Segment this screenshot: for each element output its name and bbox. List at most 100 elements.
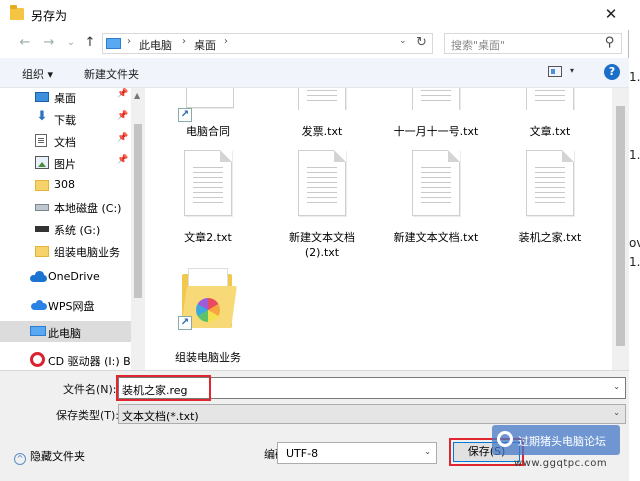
- filename-label: 文件名(N):: [63, 383, 117, 396]
- search-icon[interactable]: ⚲: [605, 35, 615, 50]
- address-dropdown-icon[interactable]: ⌄: [399, 36, 407, 46]
- navigation-pane: 桌面 📌 ⬇ 下载 📌 文档 📌 图片 📌 308 本地磁盘 (C:) 系统 (…: [0, 88, 145, 370]
- pin-icon: 📌: [117, 133, 129, 143]
- back-arrow-icon[interactable]: ←: [16, 34, 34, 52]
- up-arrow-icon[interactable]: ↑: [81, 34, 99, 52]
- folder-icon: [10, 5, 24, 20]
- watermark-logo-icon: [497, 431, 513, 447]
- breadcrumb-separator: ›: [224, 36, 228, 47]
- chevron-down-icon[interactable]: ⌄: [613, 382, 620, 391]
- view-dropdown-icon[interactable]: ▾: [570, 66, 574, 75]
- file-name: 组装电脑业务: [175, 351, 241, 364]
- drive-icon: [35, 226, 49, 232]
- sidebar-item-label: WPS网盘: [48, 300, 95, 313]
- sidebar-item-pictures[interactable]: 图片 📌: [0, 152, 131, 173]
- filename-highlight-box: [116, 375, 211, 401]
- help-button[interactable]: ?: [604, 64, 620, 80]
- organize-button[interactable]: 组织 ▾: [22, 66, 53, 82]
- navigation-bar: ← → ⌄ ↑ › 此电脑 › 桌面 › ⌄ ↻ 搜索"桌面" ⚲: [0, 30, 629, 58]
- sidebar-item-documents[interactable]: 文档 📌: [0, 130, 131, 151]
- sidebar-item-drive-c[interactable]: 本地磁盘 (C:): [0, 196, 131, 217]
- pin-icon: 📌: [117, 111, 129, 121]
- breadcrumb-separator: ›: [127, 36, 131, 47]
- watermark-url: www.ggqtpc.com: [514, 458, 608, 469]
- title-bar: 另存为 ✕: [0, 0, 629, 30]
- new-folder-button[interactable]: 新建文件夹: [84, 66, 139, 82]
- sidebar-item-308[interactable]: 308: [0, 174, 131, 195]
- file-name: 新建文本文档.txt: [393, 231, 479, 244]
- drive-icon: [35, 204, 49, 211]
- computer-icon: [106, 38, 121, 49]
- sidebar-item-label: CD 驱动器 (I:) BC: [48, 355, 139, 368]
- text-file-icon: [412, 88, 462, 110]
- pin-icon: 📌: [117, 89, 129, 99]
- sidebar-item-assembly-folder[interactable]: 组装电脑业务: [0, 240, 131, 261]
- breadcrumb-separator: ›: [182, 36, 186, 47]
- sidebar-item-label: 此电脑: [48, 327, 81, 340]
- background-text: 1.: [629, 70, 640, 84]
- sidebar-item-wps[interactable]: WPS网盘: [0, 294, 131, 315]
- sidebar-item-drive-g[interactable]: 系统 (G:): [0, 218, 131, 239]
- file-name: 文章.txt: [529, 125, 571, 138]
- text-file-icon: [298, 88, 348, 110]
- shortcut-arrow-icon: ↗: [178, 108, 192, 122]
- sidebar-item-downloads[interactable]: ⬇ 下载 📌: [0, 108, 131, 129]
- background-window-edge: 1. 1. ov 1.: [628, 0, 640, 481]
- file-list-scrollbar[interactable]: [612, 88, 629, 370]
- file-name: 发票.txt: [301, 125, 343, 138]
- text-file-icon: [298, 150, 346, 216]
- sidebar-item-label: 桌面: [54, 92, 76, 105]
- chevron-down-icon[interactable]: ⌄: [424, 447, 431, 456]
- watermark-text: 过期猪头电脑论坛: [518, 435, 606, 448]
- file-name: 装机之家.txt: [518, 231, 582, 244]
- document-icon: [35, 134, 47, 147]
- text-file-icon: [526, 88, 576, 110]
- scrollbar-thumb[interactable]: [616, 106, 625, 346]
- encoding-select[interactable]: UTF-8 ⌄: [277, 442, 437, 464]
- chevron-down-icon[interactable]: ⌄: [613, 408, 620, 417]
- filetype-select[interactable]: 文本文档(*.txt) ⌄: [118, 404, 626, 424]
- sidebar-item-cd-drive[interactable]: CD 驱动器 (I:) BC: [0, 349, 138, 370]
- watermark-badge: 过期猪头电脑论坛: [492, 425, 620, 455]
- sidebar-item-this-pc[interactable]: 此电脑: [0, 321, 131, 342]
- file-name: 新建文本文档 (2).txt: [289, 231, 355, 259]
- encoding-value: UTF-8: [286, 447, 319, 460]
- download-icon: ⬇: [36, 109, 48, 124]
- breadcrumb-desktop[interactable]: 桌面: [194, 37, 216, 53]
- pinwheel-image-icon: [196, 298, 220, 322]
- sidebar-item-label: 文档: [54, 136, 76, 149]
- scroll-up-icon[interactable]: ▲: [134, 91, 140, 100]
- shortcut-arrow-icon: ↗: [178, 316, 192, 330]
- cd-drive-icon: [30, 352, 45, 367]
- view-options-icon[interactable]: [548, 66, 562, 77]
- breadcrumb-this-pc[interactable]: 此电脑: [139, 37, 172, 53]
- sidebar-item-label: OneDrive: [48, 270, 100, 283]
- file-name: 十一月十一号.txt: [393, 125, 479, 138]
- save-as-dialog: 另存为 ✕ ← → ⌄ ↑ › 此电脑 › 桌面 › ⌄ ↻ 搜索"桌面" ⚲ …: [0, 0, 629, 481]
- desktop-icon: [35, 92, 49, 102]
- window-title: 另存为: [31, 9, 68, 23]
- search-box[interactable]: 搜索"桌面" ⚲: [444, 33, 622, 54]
- sidebar-item-label: 系统 (G:): [54, 224, 101, 237]
- close-button[interactable]: ✕: [596, 2, 626, 26]
- sidebar-item-onedrive[interactable]: OneDrive: [0, 266, 131, 287]
- computer-icon: [30, 326, 46, 336]
- address-bar[interactable]: › 此电脑 › 桌面 › ⌄ ↻: [102, 33, 433, 54]
- background-text: ov: [629, 236, 640, 250]
- scrollbar-thumb[interactable]: [134, 124, 142, 298]
- document-thumbnail: [186, 88, 234, 110]
- file-name: 电脑合同: [186, 125, 230, 138]
- forward-arrow-icon[interactable]: →: [40, 34, 58, 52]
- sidebar-scrollbar[interactable]: ▲: [131, 88, 145, 370]
- text-file-icon: [412, 150, 460, 216]
- sidebar-item-label: 组装电脑业务: [54, 246, 120, 259]
- chevron-up-icon: ^: [14, 453, 26, 465]
- hide-folders-button[interactable]: ^ 隐藏文件夹: [14, 448, 85, 465]
- folder-icon: [35, 180, 49, 191]
- background-text: 1.: [629, 255, 640, 269]
- sidebar-item-label: 308: [54, 178, 75, 191]
- pin-icon: 📌: [117, 155, 129, 165]
- recent-locations-icon[interactable]: ⌄: [62, 34, 80, 52]
- sidebar-item-desktop[interactable]: 桌面 📌: [0, 88, 131, 107]
- refresh-icon[interactable]: ↻: [416, 35, 427, 50]
